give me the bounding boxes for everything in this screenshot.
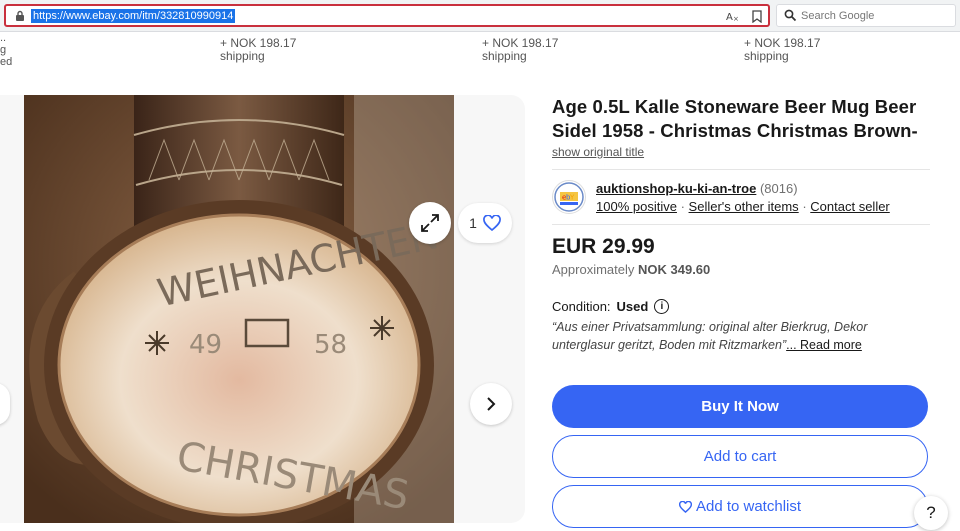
seller-card: e b Y auktionshop-ku-ki-an-troe (8016) 1…: [552, 180, 930, 214]
seller-avatar-icon: e b Y: [554, 182, 584, 212]
svg-text:Y: Y: [569, 194, 575, 202]
item-price: EUR 29.99: [552, 235, 655, 258]
search-placeholder: Search Google: [801, 9, 875, 22]
image-gallery: WEIHNACHTEN 49 58 CHRISTMAS 1: [0, 95, 525, 523]
condition-label: Condition:: [552, 299, 611, 314]
translate-icon[interactable]: A ×: [726, 8, 740, 24]
expand-image-button[interactable]: [409, 202, 451, 244]
separator-dot: ·: [802, 198, 807, 214]
buy-it-now-button[interactable]: Buy It Now: [552, 385, 928, 428]
divider: [552, 224, 930, 225]
svg-text:58: 58: [314, 330, 347, 360]
help-button[interactable]: ?: [914, 496, 948, 530]
add-to-cart-button[interactable]: Add to cart: [552, 435, 928, 478]
shipping-label: shipping: [482, 49, 527, 63]
approx-label: Approximately: [552, 262, 635, 277]
previous-image-button[interactable]: [0, 383, 10, 425]
related-item-shipping[interactable]: + NOK 198.17 shipping: [744, 37, 820, 63]
watch-count: 1: [469, 215, 477, 231]
add-to-watchlist-button[interactable]: Add to watchlist: [552, 485, 928, 528]
show-original-title-link[interactable]: show original title: [552, 145, 930, 159]
related-item-shipping[interactable]: + NOK 198.17 shipping: [220, 37, 296, 63]
browser-toolbar: https://www.ebay.com/itm/332810990914 A ×…: [0, 0, 960, 32]
bookmark-icon[interactable]: [750, 8, 764, 24]
search-icon: [782, 8, 798, 24]
mug-bottom-illustration: WEIHNACHTEN 49 58 CHRISTMAS: [24, 95, 454, 523]
separator-dot: ·: [680, 198, 685, 214]
svg-text:49: 49: [189, 330, 222, 360]
info-icon[interactable]: i: [654, 299, 670, 314]
condition-value: Used: [616, 299, 649, 314]
item-title: Age 0.5L Kalle Stoneware Beer Mug Beer S…: [552, 96, 918, 141]
next-image-button[interactable]: [470, 383, 512, 425]
related-items-strip: .. g ed + NOK 198.17 shipping + NOK 198.…: [0, 32, 960, 72]
svg-text:A: A: [726, 12, 733, 22]
add-to-watchlist-label: Add to watchlist: [695, 498, 802, 515]
seller-name-link[interactable]: auktionshop-ku-ki-an-troe: [596, 181, 756, 196]
heart-icon: [678, 500, 692, 513]
heart-icon: [483, 215, 501, 231]
seller-logo[interactable]: e b Y: [552, 180, 586, 214]
item-info-panel: Age 0.5L Kalle Stoneware Beer Mug Beer S…: [552, 95, 930, 528]
positive-feedback-link[interactable]: 100% positive: [596, 199, 677, 214]
condition-row: Condition: Used i: [552, 299, 930, 314]
seller-other-items-link[interactable]: Seller's other items: [689, 199, 799, 214]
lock-icon[interactable]: [11, 7, 29, 25]
shipping-label: shipping: [220, 49, 265, 63]
contact-seller-link[interactable]: Contact seller: [810, 199, 889, 214]
product-photo[interactable]: WEIHNACHTEN 49 58 CHRISTMAS: [24, 95, 454, 523]
watch-count-button[interactable]: 1: [458, 203, 512, 243]
approx-value: NOK 349.60: [638, 262, 711, 277]
svg-text:×: ×: [733, 15, 739, 22]
expand-icon: [421, 214, 439, 232]
google-search-box[interactable]: Search Google: [776, 4, 956, 27]
approx-price: Approximately NOK 349.60: [552, 262, 930, 277]
cut-line: g: [0, 44, 7, 56]
divider: [552, 169, 930, 170]
cut-off-item-text: .. g ed: [0, 32, 12, 68]
cut-line: ..: [0, 32, 7, 44]
seller-links: 100% positive · Seller's other items · C…: [596, 199, 890, 214]
chevron-right-icon: [487, 397, 496, 411]
seller-name-line: auktionshop-ku-ki-an-troe (8016): [596, 181, 890, 196]
address-bar[interactable]: https://www.ebay.com/itm/332810990914 A ×: [4, 4, 770, 27]
cut-line: ed: [0, 56, 13, 68]
condition-description: “Aus einer Privatsammlung: original alte…: [552, 318, 930, 354]
url-text[interactable]: https://www.ebay.com/itm/332810990914: [31, 8, 236, 23]
related-item-shipping[interactable]: + NOK 198.17 shipping: [482, 37, 558, 63]
read-more-link[interactable]: ... Read more: [786, 338, 862, 352]
seller-feedback-score: (8016): [759, 180, 798, 196]
shipping-label: shipping: [744, 49, 789, 63]
